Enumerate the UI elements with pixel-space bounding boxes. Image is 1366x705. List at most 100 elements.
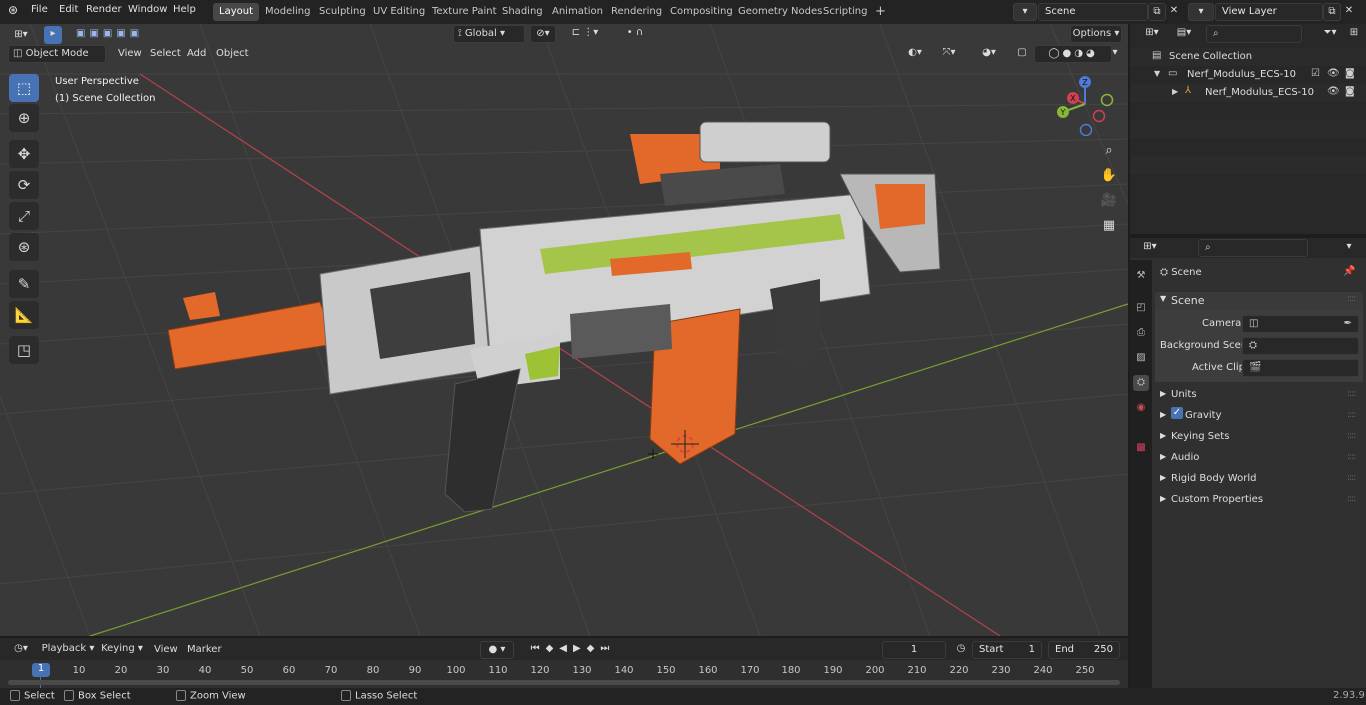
panel-drag-handle-icon[interactable]: ::::: [1347, 294, 1356, 304]
menu-view[interactable]: View: [118, 48, 142, 59]
section-drag-icon[interactable]: ::::: [1347, 494, 1356, 504]
tab-uv-editing[interactable]: UV Editing: [367, 3, 431, 21]
eye-icon[interactable]: 👁: [1327, 68, 1340, 79]
new-scene-icon[interactable]: ⧉: [1148, 3, 1166, 21]
camera-field[interactable]: ◫ ✒: [1242, 315, 1359, 333]
tab-geometry-nodes[interactable]: Geometry Nodes: [732, 3, 828, 21]
playhead-frame-indicator[interactable]: 1: [32, 663, 50, 677]
tab-layout[interactable]: Layout: [213, 3, 259, 21]
keying-dropdown[interactable]: Keying ▾: [98, 641, 146, 659]
section-drag-icon[interactable]: ::::: [1347, 389, 1356, 399]
view-layer-field[interactable]: View Layer: [1215, 3, 1323, 21]
overlays-toggle-icon[interactable]: ◕▾: [972, 45, 1006, 63]
timeline-scrollbar[interactable]: [8, 680, 1120, 685]
view-layer-tab-icon[interactable]: ▨: [1133, 350, 1149, 366]
add-cube-tool-icon[interactable]: ◳: [9, 336, 39, 364]
scene-name-field[interactable]: Scene: [1038, 3, 1148, 21]
rotate-tool-icon[interactable]: ⟳: [9, 171, 39, 199]
auto-keying-toggle-icon[interactable]: ● ▾: [480, 641, 514, 659]
outliner-row-object[interactable]: ▶ ⅄ Nerf_Modulus_ECS-10 👁 ◙: [1130, 84, 1366, 102]
delete-view-layer-icon[interactable]: ✕: [1341, 3, 1357, 21]
menu-window[interactable]: Window: [128, 4, 167, 15]
preview-range-icon[interactable]: ◷: [952, 641, 970, 659]
section-gravity[interactable]: ▶ ✓ Gravity ::::: [1155, 407, 1363, 425]
add-workspace-icon[interactable]: +: [869, 3, 892, 21]
outliner-row-collection[interactable]: ▼ ▭ Nerf_Modulus_ECS-10 ☑ 👁 ◙: [1130, 66, 1366, 84]
3d-viewport[interactable]: User Perspective (1) Scene Collection Z …: [0, 24, 1128, 636]
menu-object[interactable]: Object: [216, 48, 249, 59]
playback-dropdown[interactable]: Playback ▾: [40, 641, 96, 659]
menu-edit[interactable]: Edit: [59, 4, 78, 15]
editor-type-icon[interactable]: ⊞▾: [8, 27, 34, 45]
options-dropdown[interactable]: Options ▾: [1070, 25, 1122, 43]
transform-orientation-dropdown[interactable]: ⟟ Global ▾: [453, 25, 525, 43]
menu-file[interactable]: File: [31, 4, 48, 15]
section-drag-icon[interactable]: ::::: [1347, 452, 1356, 462]
annotate-tool-icon[interactable]: ✎: [9, 270, 39, 298]
move-tool-icon[interactable]: ✥: [9, 140, 39, 168]
section-drag-icon[interactable]: ::::: [1347, 410, 1356, 420]
collapse-arrow-icon[interactable]: ▶: [1172, 87, 1178, 96]
zoom-view-icon[interactable]: ⌕: [1098, 140, 1120, 162]
gizmo-toggle-icon[interactable]: ⤧▾: [932, 45, 966, 63]
model-nerf-blaster[interactable]: [167, 121, 941, 513]
texture-tab-icon[interactable]: ▩: [1133, 440, 1149, 456]
measure-tool-icon[interactable]: 📐: [9, 301, 39, 329]
section-audio[interactable]: ▶ Audio ::::: [1155, 449, 1363, 467]
pivot-point-dropdown[interactable]: ⊘▾: [530, 25, 556, 43]
proportional-editing-controls[interactable]: • ∩: [612, 25, 658, 43]
section-drag-icon[interactable]: ::::: [1347, 431, 1356, 441]
new-view-layer-icon[interactable]: ⧉: [1323, 3, 1341, 21]
camera-view-icon[interactable]: 🎥: [1098, 190, 1120, 212]
object-render-icon[interactable]: ◙: [1345, 86, 1355, 97]
timeline-editor-type-icon[interactable]: ◷▾: [8, 641, 34, 659]
timeline-menu-view[interactable]: View: [154, 644, 178, 655]
gravity-checkbox[interactable]: ✓: [1171, 407, 1183, 419]
perspective-toggle-icon[interactable]: ▦: [1098, 215, 1120, 237]
section-custom-properties[interactable]: ▶ Custom Properties ::::: [1155, 491, 1363, 509]
outliner-filter-icon[interactable]: ⏷▾: [1316, 25, 1344, 43]
pan-view-icon[interactable]: ✋: [1098, 165, 1120, 187]
end-frame-field[interactable]: End 250: [1048, 641, 1120, 659]
section-keying-sets[interactable]: ▶ Keying Sets ::::: [1155, 428, 1363, 446]
panel-scene-header[interactable]: ▼ Scene ::::: [1155, 292, 1363, 310]
new-collection-icon[interactable]: ⊞: [1346, 25, 1362, 43]
snapping-controls[interactable]: ⊏ ⋮▾: [562, 25, 608, 43]
navigation-gizmo[interactable]: Z X Y: [1055, 74, 1115, 137]
menu-add[interactable]: Add: [187, 48, 206, 59]
playback-controls[interactable]: ⏮◆◀▶◆⏭: [520, 641, 626, 659]
section-units[interactable]: ▶ Units ::::: [1155, 386, 1363, 404]
select-tool-icon[interactable]: ▸: [44, 26, 62, 44]
view-layer-selector-icon[interactable]: ▾: [1188, 3, 1214, 21]
outliner-display-mode-icon[interactable]: ▤▾: [1170, 25, 1198, 43]
menu-select[interactable]: Select: [150, 48, 181, 59]
current-frame-field[interactable]: 1: [882, 641, 946, 659]
tab-scripting[interactable]: Scripting: [817, 3, 873, 21]
scene-selector-icon[interactable]: ▾: [1013, 3, 1037, 21]
tab-rendering[interactable]: Rendering: [605, 3, 668, 21]
object-eye-icon[interactable]: 👁: [1327, 86, 1340, 97]
properties-editor-type-icon[interactable]: ⊞▾: [1136, 239, 1164, 257]
pin-icon[interactable]: 📌: [1343, 266, 1355, 277]
tool-tab-icon[interactable]: ⚒: [1133, 268, 1149, 284]
start-frame-field[interactable]: Start 1: [972, 641, 1042, 659]
eyedropper-icon[interactable]: ✒: [1344, 316, 1352, 332]
timeline-menu-marker[interactable]: Marker: [187, 644, 222, 655]
section-drag-icon[interactable]: ::::: [1347, 473, 1356, 483]
select-box-tool-icon[interactable]: ⬚: [9, 74, 39, 102]
visibility-dropdown-icon[interactable]: ◐▾: [902, 45, 928, 63]
blender-logo-icon[interactable]: ⊛: [8, 3, 18, 17]
world-tab-icon[interactable]: ◉: [1133, 400, 1149, 416]
include-checkbox-icon[interactable]: ☑: [1311, 68, 1320, 79]
menu-render[interactable]: Render: [86, 4, 122, 15]
tab-compositing[interactable]: Compositing: [664, 3, 739, 21]
tab-sculpting[interactable]: Sculpting: [313, 3, 372, 21]
render-camera-icon[interactable]: ◙: [1345, 68, 1355, 79]
transform-tool-icon[interactable]: ⊛: [9, 233, 39, 261]
xray-toggle-icon[interactable]: ▢: [1014, 45, 1030, 63]
tab-shading[interactable]: Shading: [496, 3, 549, 21]
shading-options-icon[interactable]: ▾: [1108, 45, 1122, 63]
expand-arrow-icon[interactable]: ▼: [1154, 69, 1160, 78]
outliner-row-scene-collection[interactable]: ▤ Scene Collection: [1130, 48, 1366, 66]
output-tab-icon[interactable]: ⎙: [1133, 325, 1149, 341]
